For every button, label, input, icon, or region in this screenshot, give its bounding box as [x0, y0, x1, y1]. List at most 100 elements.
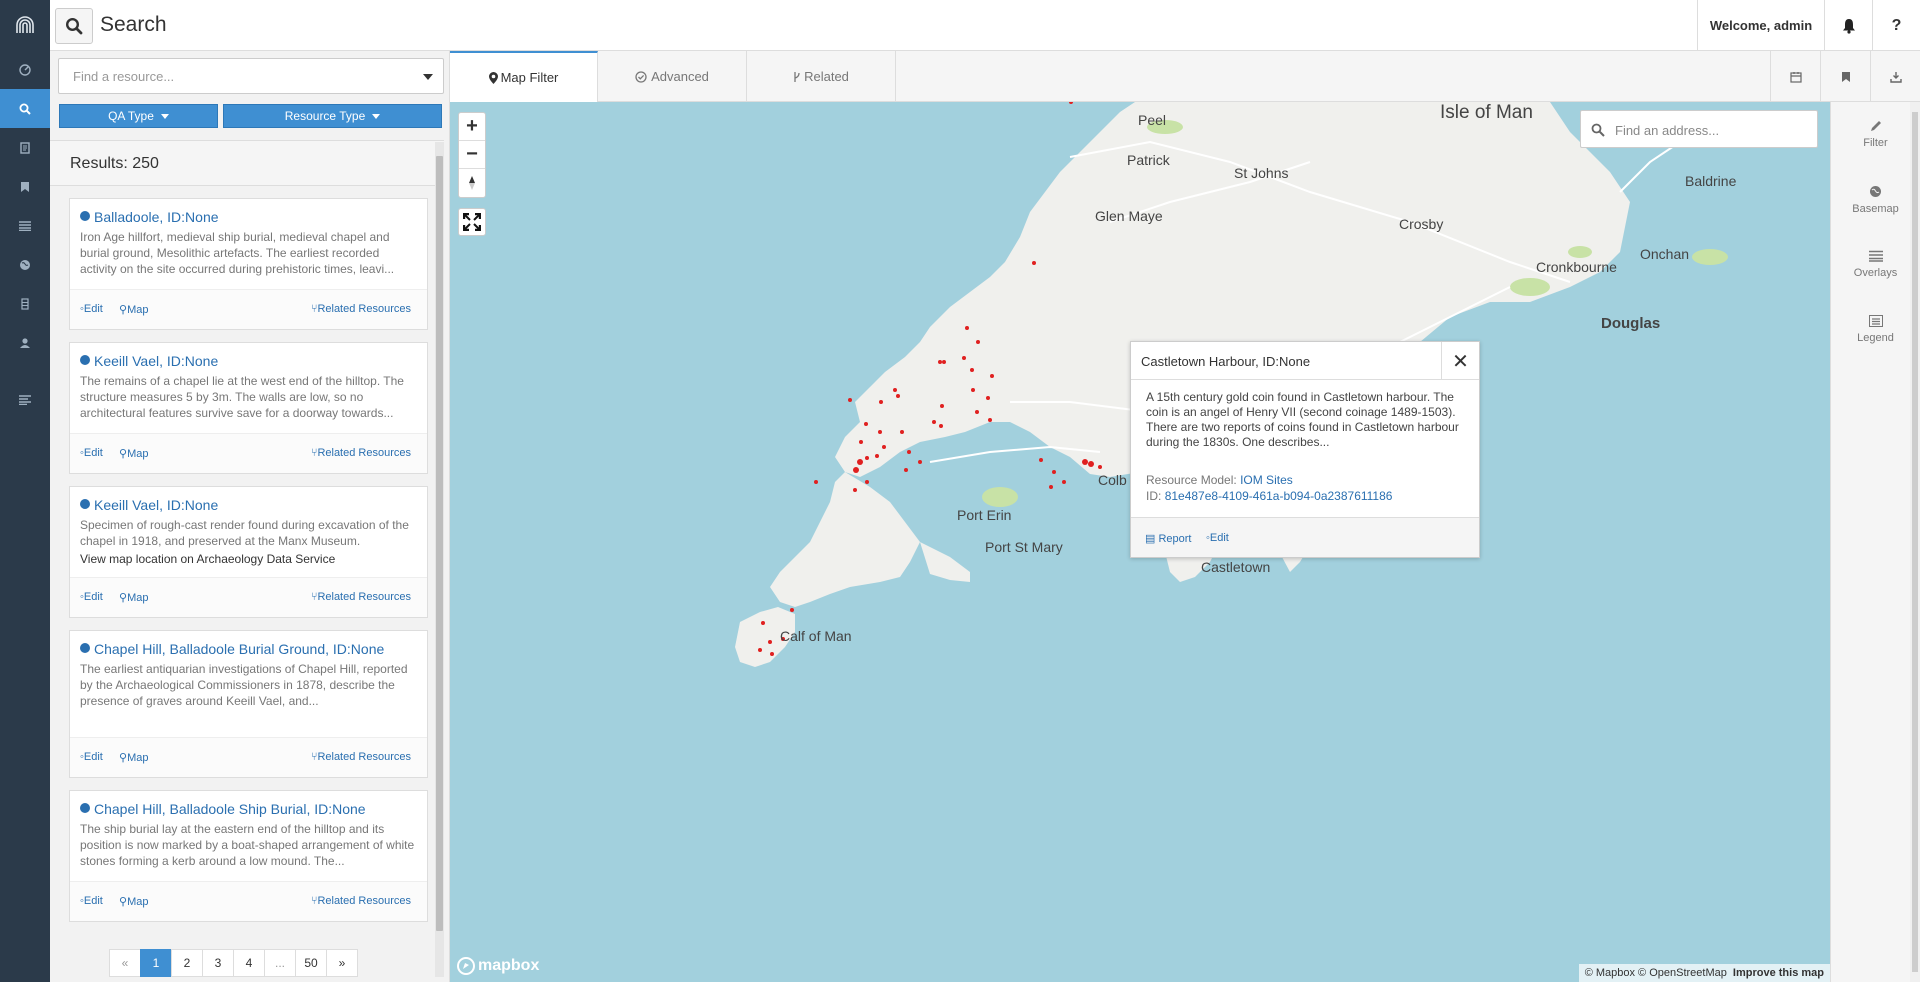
- address-search-input[interactable]: Find an address...: [1580, 110, 1818, 148]
- external-map-link[interactable]: View map location on Archaeology Data Se…: [70, 549, 427, 567]
- globe-icon: [1870, 185, 1881, 197]
- result-card: Chapel Hill, Balladoole Ship Burial, ID:…: [69, 790, 428, 922]
- resource-search-input[interactable]: Find a resource...: [58, 58, 444, 94]
- nav-search-icon[interactable]: [0, 89, 50, 128]
- nav-resource-icon[interactable]: [0, 128, 50, 167]
- filter-tool-button[interactable]: Filter: [1831, 102, 1920, 167]
- welcome-user-menu[interactable]: Welcome, admin: [1697, 0, 1824, 51]
- tab-related[interactable]: Related: [747, 51, 896, 102]
- compass-icon: [469, 176, 475, 190]
- zoom-out-button[interactable]: −: [459, 141, 485, 169]
- tab-advanced[interactable]: Advanced: [598, 51, 747, 102]
- overlays-tool-button[interactable]: Overlays: [1831, 232, 1920, 297]
- nav-list-icon[interactable]: [0, 206, 50, 245]
- chevron-down-icon[interactable]: [423, 74, 433, 80]
- page-button[interactable]: 4: [233, 949, 265, 977]
- expand-chevron-icon[interactable]: [80, 211, 90, 221]
- tab-map-filter-label: Map Filter: [500, 70, 559, 85]
- result-title[interactable]: Chapel Hill, Balladoole Burial Ground, I…: [94, 641, 384, 657]
- tools-scrollbar[interactable]: [1910, 102, 1920, 982]
- arches-logo-icon[interactable]: [0, 0, 50, 50]
- result-title[interactable]: Keeill Vael, ID:None: [94, 497, 218, 513]
- result-card: Chapel Hill, Balladoole Burial Ground, I…: [69, 630, 428, 778]
- edit-link[interactable]: ◦Edit: [80, 447, 103, 459]
- page-button[interactable]: 50: [295, 949, 327, 977]
- export-button[interactable]: [1870, 51, 1920, 102]
- reset-bearing-button[interactable]: [459, 169, 485, 197]
- zoom-in-button[interactable]: +: [459, 113, 485, 141]
- nav-dashboard-icon[interactable]: [0, 50, 50, 89]
- qa-type-dropdown[interactable]: QA Type: [59, 104, 218, 128]
- help-icon: ?: [1891, 16, 1902, 34]
- edit-link[interactable]: ◦Edit: [80, 895, 103, 907]
- related-resources-link[interactable]: ⑂Related Resources: [311, 447, 411, 459]
- place-label: Patrick: [1127, 152, 1170, 168]
- result-title-link[interactable]: Keeill Vael, ID:None: [70, 343, 427, 369]
- nav-menu-icon[interactable]: [0, 380, 50, 419]
- expand-chevron-icon[interactable]: [80, 643, 90, 653]
- legend-tool-button[interactable]: Legend: [1831, 297, 1920, 362]
- result-title-link[interactable]: Keeill Vael, ID:None: [70, 487, 427, 513]
- edit-link[interactable]: ◦Edit: [1206, 532, 1229, 544]
- map-link[interactable]: ⚲Map: [119, 751, 148, 764]
- map-link[interactable]: ⚲Map: [119, 303, 148, 316]
- resource-model-link[interactable]: IOM Sites: [1240, 473, 1293, 487]
- map-tools-panel: Filter Basemap Overlays Legend: [1830, 102, 1920, 982]
- related-resources-link[interactable]: ⑂Related Resources: [311, 303, 411, 315]
- resource-id-link[interactable]: 81e487e8-4109-461a-b094-0a2387611186: [1165, 489, 1393, 503]
- search-toggle-button[interactable]: [55, 8, 93, 44]
- map-link[interactable]: ⚲Map: [119, 591, 148, 604]
- improve-map-link[interactable]: Improve this map: [1733, 967, 1824, 979]
- map-link[interactable]: ⚲Map: [119, 895, 148, 908]
- help-button[interactable]: ?: [1872, 0, 1920, 51]
- page-button[interactable]: 3: [202, 949, 234, 977]
- result-title-link[interactable]: Balladoole, ID:None: [70, 199, 427, 225]
- page-prev-button[interactable]: «: [109, 949, 141, 977]
- saved-searches-button[interactable]: [1820, 51, 1870, 102]
- edit-link[interactable]: ◦Edit: [80, 591, 103, 603]
- tools-scrollbar-thumb[interactable]: [1912, 112, 1918, 972]
- result-title[interactable]: Keeill Vael, ID:None: [94, 353, 218, 369]
- expand-chevron-icon[interactable]: [80, 803, 90, 813]
- basemap-tool-button[interactable]: Basemap: [1831, 167, 1920, 232]
- left-nav: [0, 0, 50, 982]
- related-resources-link[interactable]: ⑂Related Resources: [311, 591, 411, 603]
- nav-globe-icon[interactable]: [0, 245, 50, 284]
- expand-chevron-icon[interactable]: [80, 499, 90, 509]
- result-title[interactable]: Balladoole, ID:None: [94, 209, 219, 225]
- nav-bookmark-icon[interactable]: [0, 167, 50, 206]
- related-resources-link[interactable]: ⑂Related Resources: [311, 751, 411, 763]
- map-canvas[interactable]: Isle of Man Peel Patrick St Johns Glen M…: [450, 102, 1830, 982]
- result-title-link[interactable]: Chapel Hill, Balladoole Burial Ground, I…: [70, 631, 427, 657]
- top-bar: Search Welcome, admin ?: [50, 0, 1920, 51]
- result-title-link[interactable]: Chapel Hill, Balladoole Ship Burial, ID:…: [70, 791, 427, 817]
- fullscreen-button[interactable]: [458, 208, 486, 236]
- result-card: Balladoole, ID:None Iron Age hillfort, m…: [69, 198, 428, 330]
- notifications-button[interactable]: [1824, 0, 1872, 51]
- attribution-text[interactable]: © Mapbox © OpenStreetMap: [1585, 967, 1727, 979]
- page-button[interactable]: 1: [140, 949, 172, 977]
- calendar-icon: [1789, 71, 1802, 83]
- popup-close-button[interactable]: ✕: [1441, 342, 1479, 380]
- page-next-button[interactable]: »: [326, 949, 358, 977]
- related-resources-link[interactable]: ⑂Related Resources: [311, 895, 411, 907]
- page-button[interactable]: 2: [171, 949, 203, 977]
- report-link[interactable]: ▤ Report: [1145, 532, 1191, 545]
- resource-type-dropdown[interactable]: Resource Type: [223, 104, 442, 128]
- edit-link[interactable]: ◦Edit: [80, 303, 103, 315]
- list-icon: [1868, 250, 1883, 262]
- qa-type-label: QA Type: [108, 109, 154, 123]
- result-title[interactable]: Chapel Hill, Balladoole Ship Burial, ID:…: [94, 801, 366, 817]
- nav-database-icon[interactable]: [0, 284, 50, 323]
- popup-metadata: Resource Model: IOM Sites ID: 81e487e8-4…: [1146, 472, 1392, 504]
- place-label: Glen Maye: [1095, 208, 1163, 224]
- map-link[interactable]: ⚲Map: [119, 447, 148, 460]
- place-label: Colb: [1098, 472, 1127, 488]
- map-attribution: © Mapbox © OpenStreetMap Improve this ma…: [1578, 964, 1830, 982]
- results-scrollbar-thumb[interactable]: [436, 156, 443, 931]
- time-filter-button[interactable]: [1770, 51, 1820, 102]
- edit-link[interactable]: ◦Edit: [80, 751, 103, 763]
- expand-chevron-icon[interactable]: [80, 355, 90, 365]
- tab-map-filter[interactable]: Map Filter: [450, 51, 598, 102]
- nav-user-icon[interactable]: [0, 323, 50, 362]
